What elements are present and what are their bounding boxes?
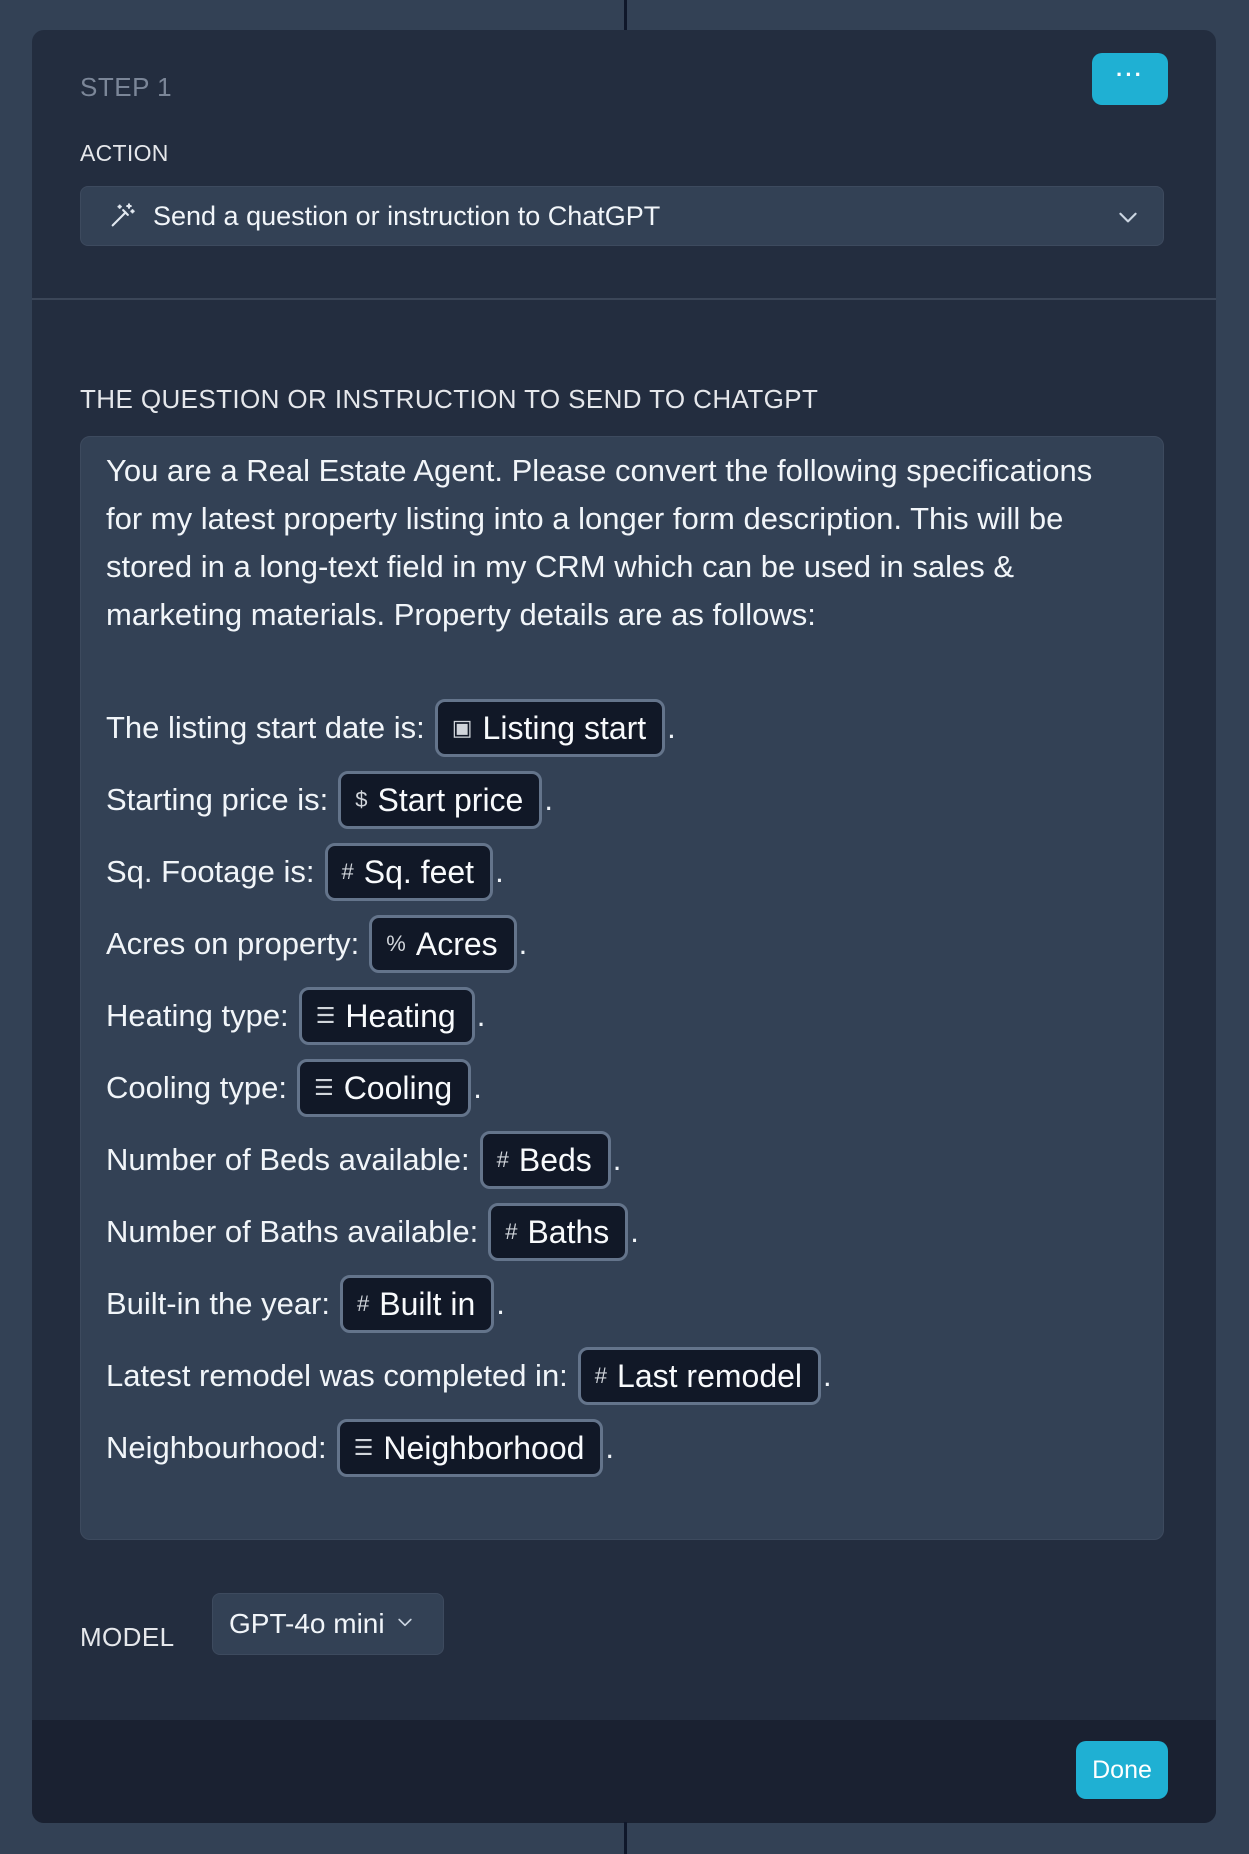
- field-token[interactable]: ☰ Heating: [298, 987, 475, 1045]
- question-intro-text: You are a Real Estate Agent. Please conv…: [106, 453, 1093, 632]
- field-token-label: Sq. feet: [363, 853, 475, 890]
- field-token[interactable]: # Beds: [479, 1131, 611, 1189]
- action-label: ACTION: [80, 140, 169, 166]
- field-line-suffix: .: [630, 1214, 639, 1249]
- field-token-label: Beds: [518, 1141, 592, 1178]
- ellipsis-icon: ···: [1116, 62, 1144, 87]
- field-token-label: Baths: [527, 1213, 610, 1250]
- more-options-button[interactable]: ···: [1092, 53, 1168, 105]
- field-line: Latest remodel was completed in: # Last re…: [106, 1347, 832, 1405]
- field-line-label: The listing start date is:: [106, 710, 425, 745]
- dollar-icon: $: [355, 787, 368, 812]
- list-icon: ☰: [315, 1003, 336, 1028]
- hash-icon: #: [594, 1363, 608, 1388]
- field-line-label: Latest remodel was completed in:: [106, 1358, 568, 1393]
- question-textarea[interactable]: You are a Real Estate Agent. Please conv…: [80, 436, 1164, 1540]
- field-token-label: Cooling: [343, 1069, 453, 1106]
- field-line-suffix: .: [667, 710, 676, 745]
- step-label: STEP 1: [80, 72, 173, 102]
- action-select[interactable]: Send a question or instruction to ChatGP…: [80, 186, 1164, 246]
- field-token[interactable]: # Sq. feet: [324, 843, 494, 901]
- field-token-label: Heating: [345, 997, 456, 1034]
- card-footer: Done: [32, 1720, 1216, 1823]
- field-line-suffix: .: [612, 1142, 622, 1177]
- field-line-suffix: .: [544, 782, 553, 817]
- field-line-suffix: .: [476, 998, 486, 1033]
- field-line: Neighbourhood: ☰ Neighborhood.: [106, 1419, 615, 1477]
- percent-icon: %: [386, 931, 406, 956]
- model-select[interactable]: GPT-4o mini: [212, 1593, 444, 1655]
- hash-icon: #: [357, 1291, 370, 1316]
- field-line-label: Built-in the year:: [106, 1286, 330, 1321]
- field-line-suffix: .: [605, 1430, 615, 1465]
- chevron-down-icon: [1115, 204, 1141, 235]
- field-line-label: Sq. Footage is:: [106, 854, 315, 889]
- field-line-suffix: .: [495, 854, 504, 889]
- field-line: Cooling type: ☰ Cooling.: [106, 1059, 482, 1117]
- hash-icon: #: [496, 1147, 509, 1172]
- field-line-label: Starting price is:: [106, 782, 329, 817]
- field-token-label: Built in: [379, 1285, 476, 1322]
- field-line: Built-in the year: # Built in.: [106, 1275, 505, 1333]
- field-line: Acres on property:% Acres.: [106, 915, 528, 973]
- hash-icon: #: [341, 859, 354, 884]
- chevron-down-icon: [395, 1612, 415, 1637]
- field-line-suffix: .: [496, 1286, 505, 1321]
- field-token-label: Start price: [377, 781, 524, 818]
- field-token[interactable]: # Built in: [340, 1275, 495, 1333]
- field-line: Number of Beds available: # Beds.: [106, 1131, 622, 1189]
- field-token[interactable]: ☰ Cooling: [296, 1059, 472, 1117]
- model-select-value: GPT-4o mini: [229, 1608, 385, 1639]
- done-button[interactable]: Done: [1076, 1741, 1168, 1799]
- field-line: Starting price is: $ Start price.: [106, 771, 553, 829]
- flow-connector-bottom: [624, 1822, 627, 1854]
- field-line: The listing start date is: ▣ Listing start…: [106, 699, 676, 757]
- field-line-suffix: .: [473, 1070, 482, 1105]
- step-header: STEP 1 ··· ACTION Send a question or ins…: [32, 30, 1216, 300]
- field-token[interactable]: # Baths: [488, 1203, 629, 1261]
- field-token[interactable]: ☰ Neighborhood: [336, 1419, 604, 1477]
- field-line: Number of Baths available: # Baths.: [106, 1203, 639, 1261]
- field-line-label: Neighbourhood:: [106, 1430, 327, 1465]
- field-token[interactable]: % Acres: [369, 915, 517, 973]
- calendar-icon: ▣: [451, 715, 473, 740]
- field-token-label: Acres: [415, 925, 498, 962]
- field-line-suffix: .: [518, 926, 528, 961]
- field-line-label: Cooling type:: [106, 1070, 287, 1105]
- field-token[interactable]: ▣ Listing start: [434, 699, 666, 757]
- field-line-label: Acres on property:: [106, 926, 360, 961]
- magic-wand-icon: [107, 201, 137, 231]
- field-token-label: Neighborhood: [383, 1429, 585, 1466]
- field-line-suffix: .: [823, 1358, 832, 1393]
- field-line-label: Heating type:: [106, 998, 289, 1033]
- question-label: THE QUESTION OR INSTRUCTION TO SEND TO C…: [80, 384, 819, 414]
- step-card: STEP 1 ··· ACTION Send a question or ins…: [32, 30, 1216, 1823]
- hash-icon: #: [505, 1219, 518, 1244]
- field-line: Heating type: ☰ Heating.: [106, 987, 486, 1045]
- list-icon: ☰: [313, 1075, 334, 1100]
- flow-connector-top: [624, 0, 627, 30]
- field-token-label: Listing start: [482, 709, 647, 746]
- field-token[interactable]: # Last remodel: [577, 1347, 822, 1405]
- field-token[interactable]: $ Start price: [338, 771, 543, 829]
- field-token-label: Last remodel: [617, 1357, 803, 1394]
- field-line-label: Number of Beds available:: [106, 1142, 470, 1177]
- field-line-label: Number of Baths available:: [106, 1214, 479, 1249]
- list-icon: ☰: [353, 1435, 374, 1460]
- model-label: MODEL: [80, 1622, 175, 1652]
- field-line: Sq. Footage is: # Sq. feet.: [106, 843, 504, 901]
- action-select-value: Send a question or instruction to ChatGP…: [153, 200, 661, 231]
